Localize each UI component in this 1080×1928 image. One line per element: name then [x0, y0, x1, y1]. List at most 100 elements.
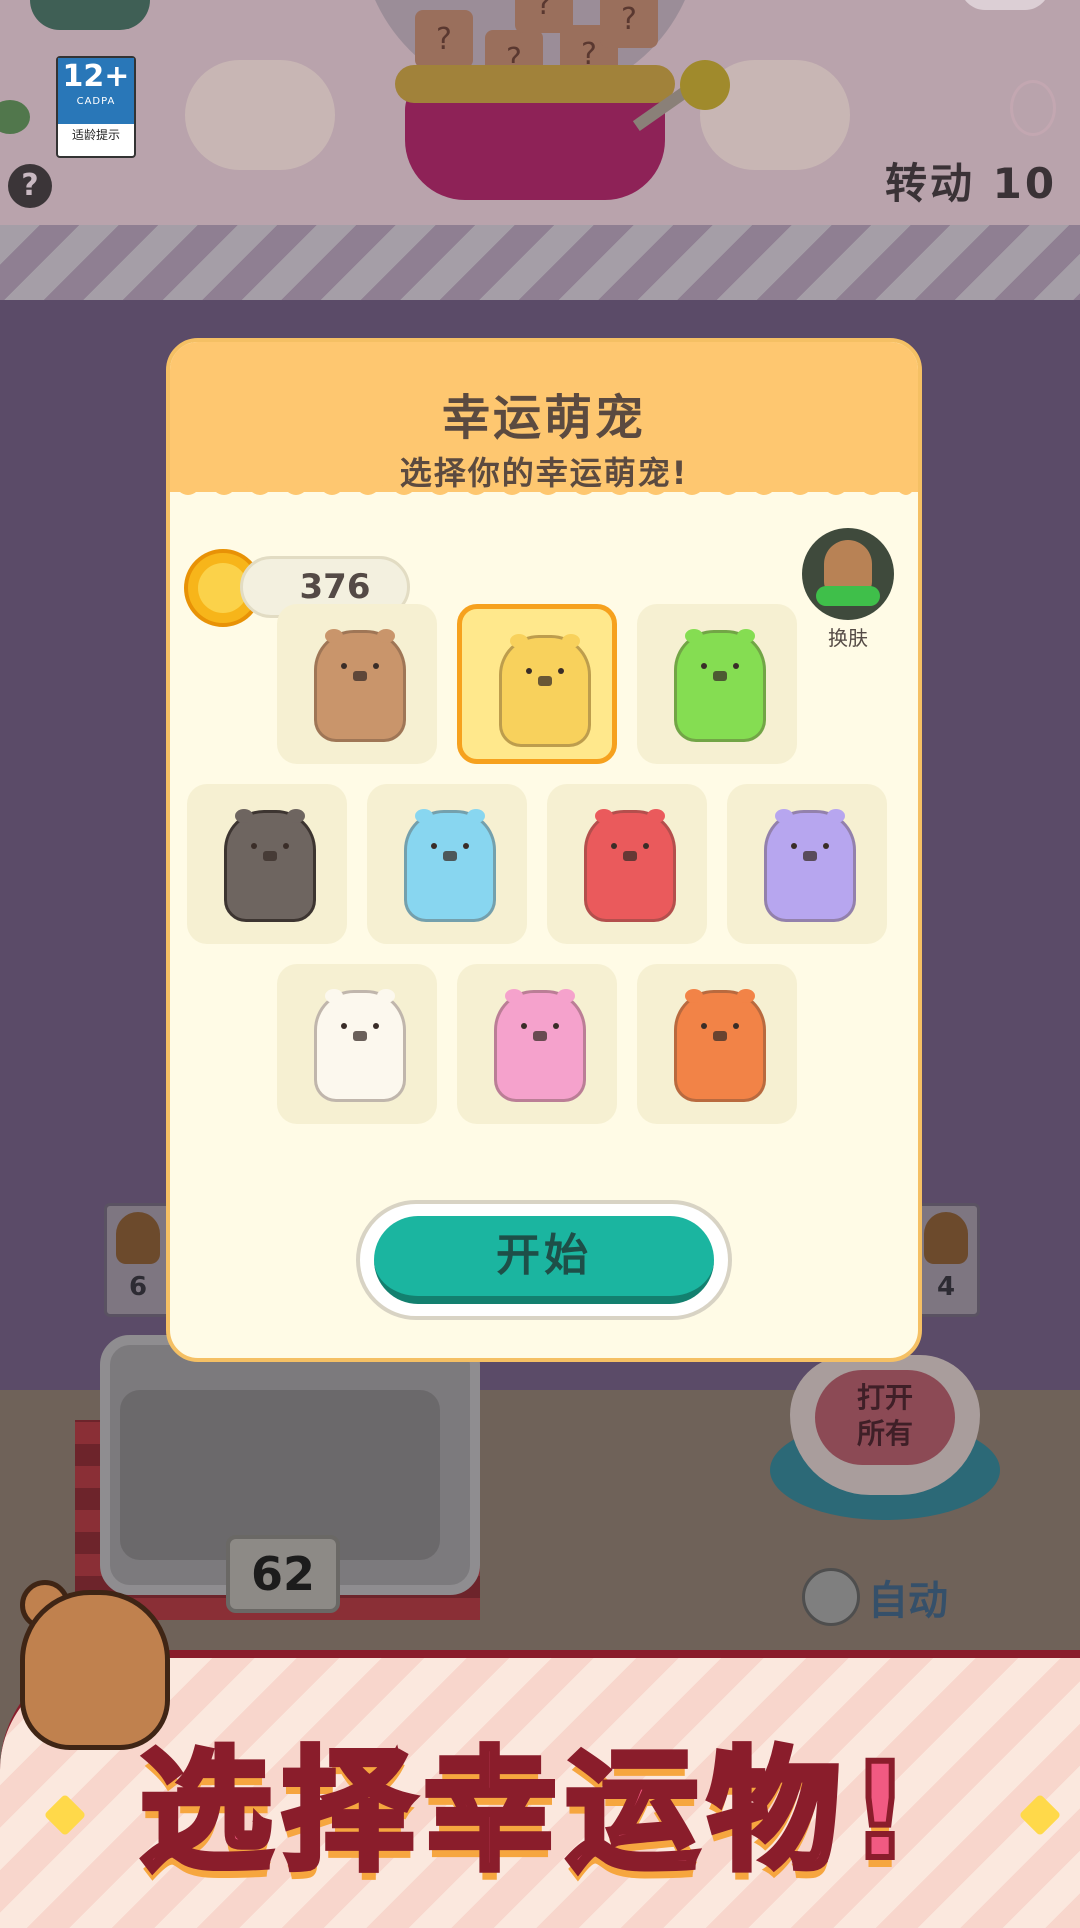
pet-ear: [737, 989, 755, 1003]
pet-eye: [341, 1023, 347, 1029]
pet-option[interactable]: [727, 784, 887, 944]
pet-nose: [533, 1031, 547, 1041]
pet-eye: [791, 843, 797, 849]
capybara-icon: [314, 989, 406, 1102]
pet-ear: [827, 809, 845, 823]
right-pet-counter: 4: [912, 1203, 980, 1317]
pet-nose: [353, 1031, 367, 1041]
pet-eye: [611, 843, 617, 849]
capybara-icon: [764, 809, 856, 922]
capybara-icon: [499, 634, 591, 747]
pet-nose: [353, 671, 367, 681]
pet-ear: [377, 989, 395, 1003]
pet-ear: [510, 634, 528, 648]
left-counter-value: 6: [128, 1272, 148, 1302]
pet-nose: [263, 851, 277, 861]
dialog-subtitle: 选择你的幸运萌宠!: [399, 454, 689, 492]
right-counter-value: 4: [936, 1272, 956, 1302]
pet-ear: [595, 809, 613, 823]
skin-change-button[interactable]: [802, 528, 894, 620]
pet-eye: [558, 668, 564, 674]
open-all-label[interactable]: 打开 所有: [815, 1370, 955, 1465]
capybara-icon: [674, 629, 766, 742]
age-rating-badge: 12+ CADPA 适龄提示: [56, 56, 136, 158]
cloud-decoration: [185, 60, 335, 170]
pet-nose: [713, 1031, 727, 1041]
age-rating-org: CADPA: [76, 96, 116, 107]
pet-ear: [647, 809, 665, 823]
start-button[interactable]: 开始: [356, 1200, 732, 1320]
capybara-icon: [674, 989, 766, 1102]
auto-label: 自动: [868, 1578, 948, 1624]
pet-eye: [341, 663, 347, 669]
left-pet-counter: 6: [104, 1203, 172, 1317]
capybara-icon: [116, 1212, 160, 1264]
pet-ear: [287, 809, 305, 823]
pet-eye: [701, 1023, 707, 1029]
mystery-box: ?: [415, 10, 473, 68]
pet-ear: [325, 629, 343, 643]
pet-eye: [431, 843, 437, 849]
pet-ear: [505, 989, 523, 1003]
pet-option[interactable]: [457, 964, 617, 1124]
help-icon[interactable]: ?: [8, 164, 52, 208]
pet-option[interactable]: [637, 604, 797, 764]
promo-banner-text: 选择幸运物!: [137, 1732, 921, 1892]
age-rating-tip: 适龄提示: [71, 128, 120, 142]
striped-divider: [0, 225, 1080, 300]
machine-handle[interactable]: [680, 60, 730, 110]
top-background: ? ? ? ? ? 转动 10: [0, 0, 1080, 225]
pet-eye: [823, 843, 829, 849]
tray-count: 62: [226, 1535, 340, 1613]
pet-ear: [235, 809, 253, 823]
pet-ear: [557, 989, 575, 1003]
dialog-title: 幸运萌宠: [441, 390, 646, 446]
pet-option[interactable]: [457, 604, 617, 764]
pet-nose: [623, 851, 637, 861]
age-rating-number: 12+: [62, 59, 130, 94]
pet-eye: [373, 663, 379, 669]
mystery-box: ?: [515, 0, 573, 33]
pet-eye: [251, 843, 257, 849]
pet-ear: [737, 629, 755, 643]
capybara-icon: [404, 809, 496, 922]
pet-ear: [685, 629, 703, 643]
pet-ear: [377, 629, 395, 643]
top-left-button[interactable]: [30, 0, 150, 30]
pet-eye: [553, 1023, 559, 1029]
pet-option[interactable]: [187, 784, 347, 944]
pet-eye: [733, 1023, 739, 1029]
top-right-button[interactable]: [960, 0, 1050, 10]
pet-eye: [283, 843, 289, 849]
gumball-machine-rim: [395, 65, 675, 103]
capybara-icon: [584, 809, 676, 922]
pet-ear: [325, 989, 343, 1003]
balloon-icon: [1010, 80, 1056, 136]
capybara-icon: [224, 809, 316, 922]
pet-eye: [701, 663, 707, 669]
pet-option[interactable]: [277, 964, 437, 1124]
auto-toggle[interactable]: [802, 1568, 860, 1626]
pet-ear: [685, 989, 703, 1003]
pet-ear: [467, 809, 485, 823]
pet-eye: [521, 1023, 527, 1029]
pet-option[interactable]: [367, 784, 527, 944]
capybara-icon: [494, 989, 586, 1102]
open-all-label-line1: 打开: [856, 1381, 913, 1414]
capybara-icon: [924, 1212, 968, 1264]
swap-arrow-icon: [816, 586, 880, 606]
pet-eye: [643, 843, 649, 849]
pet-option[interactable]: [637, 964, 797, 1124]
pet-eye: [463, 843, 469, 849]
pet-eye: [526, 668, 532, 674]
pet-nose: [443, 851, 457, 861]
pet-nose: [713, 671, 727, 681]
pet-option[interactable]: [277, 604, 437, 764]
pet-ear: [415, 809, 433, 823]
pet-option[interactable]: [547, 784, 707, 944]
pet-ear: [775, 809, 793, 823]
start-button-label: 开始: [496, 1230, 592, 1281]
pet-nose: [803, 851, 817, 861]
skin-change-label: 换肤: [828, 626, 868, 650]
pet-eye: [373, 1023, 379, 1029]
